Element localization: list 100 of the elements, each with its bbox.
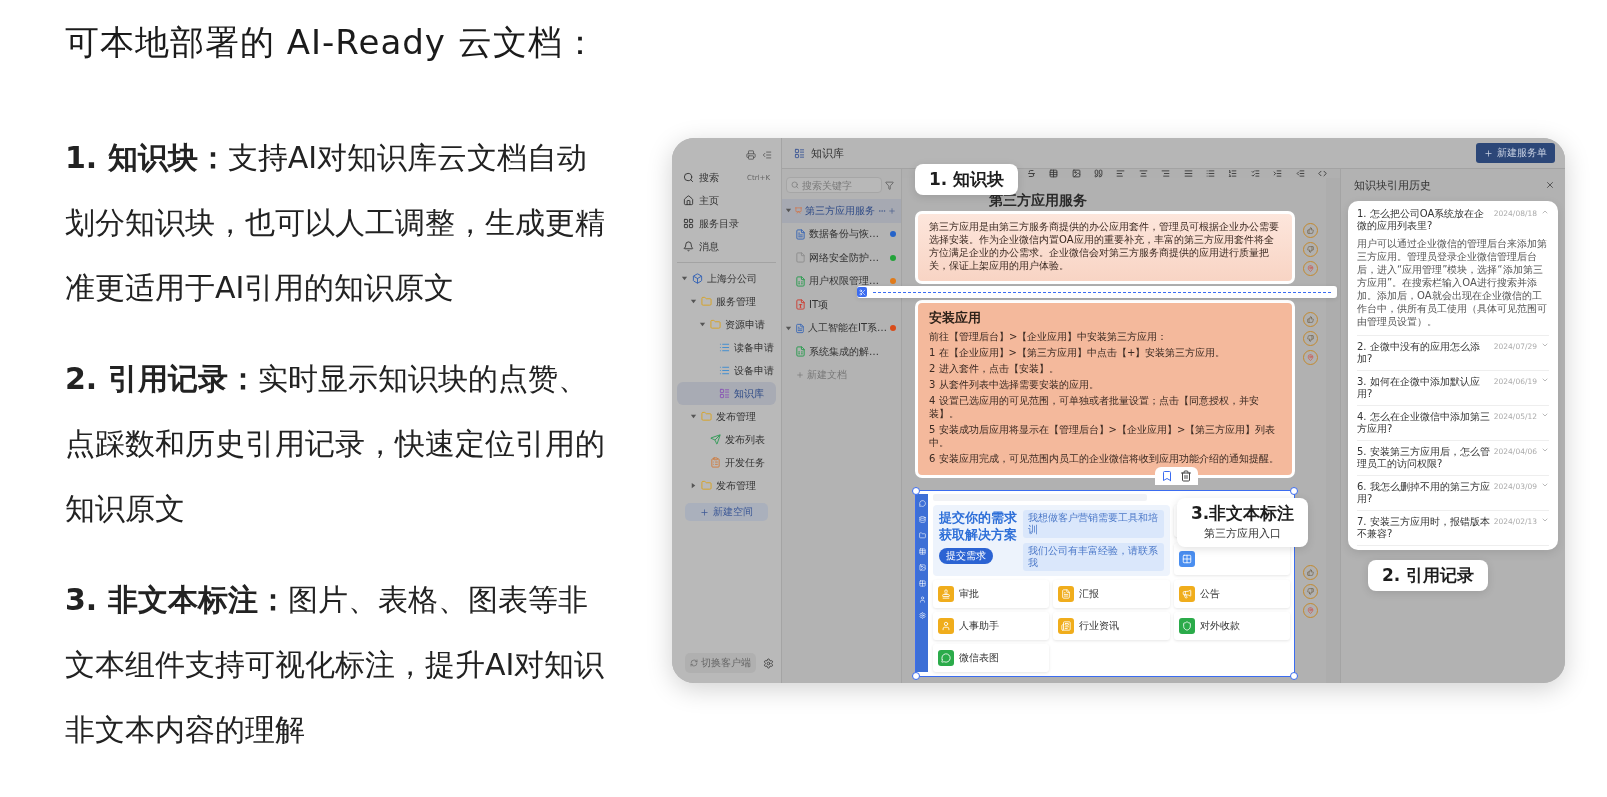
caret-down-icon[interactable] <box>785 324 792 332</box>
resize-handle[interactable] <box>1290 487 1298 495</box>
app-name: 人事助手 <box>959 619 999 633</box>
chevron-down-icon[interactable] <box>1541 341 1549 349</box>
tree-item[interactable]: 知识库 <box>677 382 776 405</box>
step-text: 6 安装应用完成，可见范围内员工的企业微信将收到应用功能介绍的通知提醒。 <box>929 452 1280 465</box>
file-item[interactable]: 第三方应用服务 <box>782 199 901 223</box>
caret-right-icon[interactable] <box>690 482 697 489</box>
chevron-down-icon[interactable] <box>1541 481 1549 489</box>
tree-item[interactable]: 发布管理 <box>677 474 776 497</box>
resize-handle[interactable] <box>1290 672 1298 680</box>
nav-icon[interactable] <box>918 564 926 571</box>
align-center-icon[interactable] <box>1138 169 1148 178</box>
block-heading: 安装应用 <box>929 310 982 326</box>
app-card[interactable]: 对外收款 <box>1173 612 1290 640</box>
align-left-icon[interactable] <box>1116 169 1126 178</box>
app-card[interactable]: 行业资讯 <box>1053 612 1170 640</box>
trash-icon[interactable] <box>1180 470 1192 482</box>
caret-down-icon[interactable] <box>681 275 688 282</box>
app-name: 审批 <box>959 587 979 601</box>
spreadsheet-icon <box>795 346 806 358</box>
app-card[interactable]: 汇报 <box>1053 580 1170 608</box>
nav-icon[interactable] <box>918 516 926 523</box>
numbered-list-icon[interactable] <box>1228 169 1238 178</box>
tree-item[interactable]: 上海分公司 <box>677 267 776 290</box>
plus-icon[interactable] <box>888 206 896 215</box>
tree-item[interactable]: 设备申请 <box>677 359 776 382</box>
grid-icon <box>683 218 694 229</box>
filter-icon[interactable] <box>885 180 894 190</box>
caret-down-icon[interactable] <box>699 321 706 328</box>
scissors-icon[interactable] <box>857 287 867 297</box>
chevron-down-icon[interactable] <box>1541 446 1549 454</box>
panel-icon <box>794 147 805 159</box>
nav-item[interactable]: 主页 <box>677 189 776 212</box>
tree-item[interactable]: 开发任务 <box>677 451 776 474</box>
app-card[interactable]: 审批 <box>933 580 1050 608</box>
nav-icon[interactable] <box>918 612 926 619</box>
callout-subtitle: 第三方应用入口 <box>1203 526 1283 541</box>
plus-icon <box>700 507 709 517</box>
chevron-down-icon[interactable] <box>1541 516 1549 524</box>
chevron-down-icon[interactable] <box>1541 411 1549 419</box>
checklist-icon[interactable] <box>1250 169 1260 178</box>
step-text: 3 从套件列表中选择需要安装的应用。 <box>929 378 1100 391</box>
bookmark-icon[interactable] <box>1161 470 1173 482</box>
nav-icon[interactable] <box>918 548 926 555</box>
caret-down-icon[interactable] <box>785 207 792 215</box>
chevron-down-icon[interactable] <box>1541 376 1549 384</box>
speech-bubble: 我想做客户营销需要工具和培训 <box>1023 510 1164 538</box>
split-bar[interactable] <box>857 286 1337 298</box>
printer-icon[interactable] <box>746 150 756 160</box>
table-icon[interactable] <box>1049 169 1059 178</box>
tree-item[interactable]: 资源申请 <box>677 313 776 336</box>
list-indent-icon[interactable] <box>762 150 772 160</box>
app-card[interactable]: 微信表图 <box>933 644 1050 672</box>
tree-item[interactable]: 发布管理 <box>677 405 776 428</box>
nav-icon[interactable] <box>918 500 926 507</box>
grid-icon <box>1178 550 1195 567</box>
file-item[interactable]: 数据备份与恢… <box>782 222 901 246</box>
annotation-callout: 2. 引用记录 <box>1368 560 1489 591</box>
file-item[interactable]: 网络安全防护… <box>782 246 901 270</box>
nav-item[interactable]: 服务目录 <box>677 212 776 235</box>
file-item[interactable]: 人工智能在IT系… <box>782 316 901 340</box>
app-name: 汇报 <box>1079 587 1100 601</box>
code-icon[interactable] <box>1318 169 1327 178</box>
blank-file-icon <box>795 252 806 264</box>
step-text: 5 安装成功后应用将显示在【管理后台】>【企业应用】>【第三方应用】列表中。 <box>929 423 1277 449</box>
pdf-file-icon <box>795 299 806 311</box>
nav-icon[interactable] <box>918 596 926 603</box>
nav-icon[interactable] <box>918 580 926 587</box>
caret-down-icon[interactable] <box>690 413 697 420</box>
file-item[interactable]: 系统集成的解… <box>782 340 901 364</box>
annotation-callout: 1. 知识块 <box>915 164 1019 195</box>
file-item[interactable]: IT项 <box>782 293 901 317</box>
indent-icon[interactable] <box>1273 169 1283 178</box>
image-icon[interactable] <box>1071 169 1081 178</box>
nav-item[interactable]: 消息 <box>677 235 776 258</box>
tree-item[interactable]: 发布列表 <box>677 428 776 451</box>
bullet-list-icon[interactable] <box>1206 169 1215 178</box>
settings-icon[interactable] <box>763 657 774 669</box>
submit-button[interactable]: 提交需求 <box>939 548 993 564</box>
app-card[interactable]: 人事助手 <box>933 612 1050 640</box>
block-text: 第三方应用是由第三方服务商提供的办公应用套件，管理员可根据企业办公需要选择安装。作为企业微信内置OA应用的重要补充，丰富的第三方应用套件将全方位满足企业的办公需求。企业微信会对第三方服务商提供的应用进行质量把关，保证上架应用的用户体验。 <box>929 220 1280 272</box>
banner-title: 提交你的需求 <box>939 510 1017 526</box>
app-card[interactable]: 公告 <box>1173 580 1290 608</box>
feature-text: 3. 非文本标注：图片、表格、图表等非文本组件支持可视化标注，提升AI对知识非文本内容的理解 <box>65 581 605 749</box>
strikethrough-icon[interactable] <box>1026 169 1036 178</box>
align-justify-icon[interactable] <box>1183 169 1193 178</box>
align-right-icon[interactable] <box>1161 169 1171 178</box>
tree-item[interactable]: 服务管理 <box>677 290 776 313</box>
tree-item[interactable]: 读备申请 <box>677 336 776 359</box>
outdent-icon[interactable] <box>1295 169 1305 178</box>
slides-icon <box>795 205 802 217</box>
new-ticket-button[interactable]: 新建服务单 <box>1476 143 1555 163</box>
send-icon <box>710 434 721 445</box>
nav-icon[interactable] <box>918 532 926 539</box>
close-icon[interactable] <box>1545 180 1555 190</box>
folder-icon <box>701 480 712 491</box>
caret-down-icon[interactable] <box>690 298 697 305</box>
chevron-up-icon[interactable] <box>1541 208 1549 216</box>
quote-icon[interactable] <box>1093 169 1103 178</box>
